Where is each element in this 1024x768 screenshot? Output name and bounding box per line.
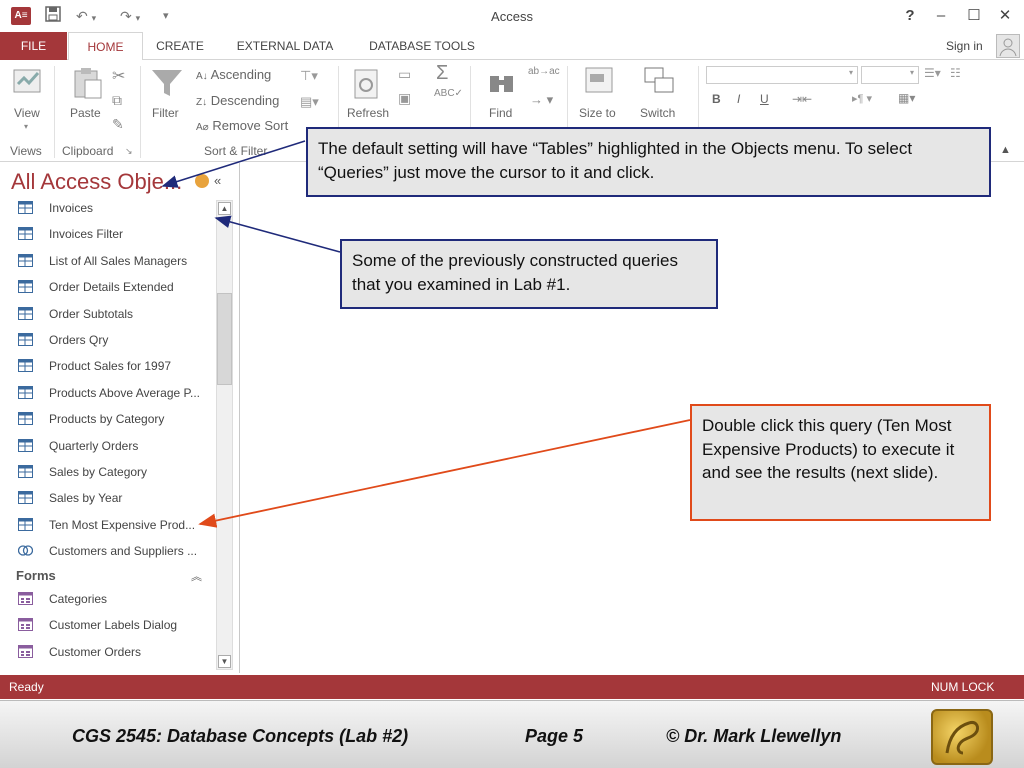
- annotation-arrows: [161, 140, 691, 528]
- num-lock-indicator: NUM LOCK: [931, 680, 995, 694]
- arrow-to-nav-title: [161, 140, 306, 188]
- status-text: Ready: [9, 680, 44, 694]
- callout-tables-default: The default setting will have “Tables” h…: [306, 127, 991, 197]
- author-credit: © Dr. Mark Llewellyn: [666, 726, 842, 746]
- slide-footer: CGS 2545: Database Concepts (Lab #2) Pag…: [0, 700, 1024, 768]
- course-title: CGS 2545: Database Concepts (Lab #2): [72, 726, 409, 746]
- university-logo: [931, 709, 993, 765]
- callout-previous-queries: Some of the previously constructed queri…: [340, 239, 718, 309]
- page-number: Page 5: [525, 726, 584, 746]
- status-bar: Ready NUM LOCK: [0, 675, 1024, 699]
- arrow-to-ten-most-expensive: [198, 419, 691, 528]
- arrow-to-query-list: [214, 215, 341, 253]
- callout-double-click: Double click this query (Ten Most Expens…: [690, 404, 991, 521]
